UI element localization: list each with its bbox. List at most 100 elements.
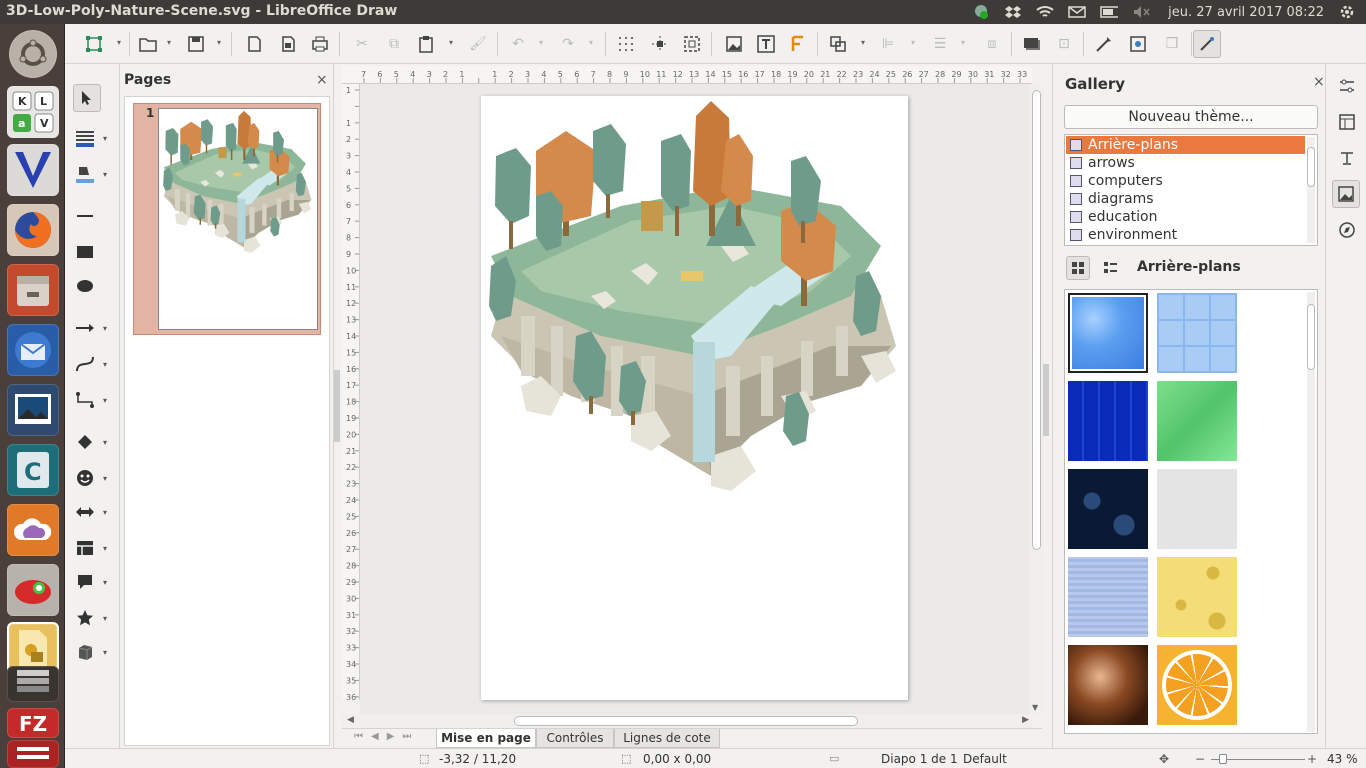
transformations-icon[interactable] (827, 33, 849, 55)
block-arrows-dropdown[interactable]: ▾ (103, 508, 107, 517)
shapes-icon[interactable] (1335, 146, 1359, 170)
save-dropdown[interactable]: ▾ (217, 38, 225, 48)
tab-navigation[interactable]: ⏮◀▶⏭ (354, 731, 419, 742)
drawing-page[interactable] (481, 96, 908, 700)
image-viewer-icon[interactable] (7, 384, 59, 436)
export-pdf-icon[interactable] (277, 33, 299, 55)
gallery-item-dark-blue-mosaic[interactable] (1068, 381, 1148, 461)
curves-dropdown[interactable]: ▾ (103, 360, 107, 369)
panel-splitter[interactable] (334, 64, 342, 748)
filezilla-icon[interactable]: FZ (7, 708, 59, 738)
ubuntu-dash-icon[interactable] (9, 30, 57, 78)
detailed-view-icon[interactable] (1098, 256, 1122, 280)
cloud-app-icon[interactable] (7, 504, 59, 556)
updates-icon[interactable] (972, 5, 990, 19)
theme-list-scrollbar[interactable] (1307, 137, 1315, 243)
icon-view-icon[interactable] (1066, 256, 1090, 280)
gallery-item-blue-water[interactable] (1068, 293, 1148, 373)
points-icon[interactable] (83, 33, 105, 55)
line-color-dropdown[interactable]: ▾ (103, 134, 107, 143)
align-dropdown[interactable]: ▾ (911, 38, 919, 48)
new-theme-button[interactable]: Nouveau thème... (1064, 105, 1318, 129)
zoom-slider-thumb[interactable] (1219, 754, 1227, 764)
draw-functions-icon[interactable] (1193, 30, 1221, 58)
insert-image-icon[interactable] (723, 33, 745, 55)
theme-item-arrows[interactable]: arrows (1066, 154, 1305, 172)
vertical-scrollbar[interactable]: ▲ ▼ (1030, 84, 1044, 714)
wifi-icon[interactable] (1036, 5, 1054, 19)
thunderbird-icon[interactable] (7, 324, 59, 376)
pages-close-button[interactable]: × (316, 72, 328, 88)
redo-icon[interactable]: ↷ (557, 33, 579, 55)
open-dropdown[interactable]: ▾ (167, 38, 175, 48)
stars-dropdown[interactable]: ▾ (103, 614, 107, 623)
transformations-dropdown[interactable]: ▾ (861, 38, 869, 48)
rectangle-tool-icon[interactable] (73, 240, 97, 264)
basic-shapes-icon[interactable] (73, 430, 97, 454)
open-folder-icon[interactable] (137, 33, 159, 55)
export-icon[interactable] (243, 33, 265, 55)
basic-shapes-dropdown[interactable]: ▾ (103, 438, 107, 447)
line-color-icon[interactable] (73, 126, 97, 150)
connectors-dropdown[interactable]: ▾ (103, 396, 107, 405)
theme-item-arriere-plans[interactable]: Arrière-plans (1066, 136, 1305, 154)
vim-icon[interactable] (7, 144, 59, 196)
gallery-item-green-grass[interactable] (1157, 381, 1237, 461)
arrange-dropdown[interactable]: ▾ (961, 38, 969, 48)
tab-lignes-de-cote[interactable]: Lignes de cote (614, 729, 720, 748)
copy-icon[interactable]: ⧉ (383, 33, 405, 55)
redo-dropdown[interactable]: ▾ (589, 38, 597, 48)
points-dropdown[interactable]: ▾ (117, 38, 125, 48)
gallery-item-cheese[interactable] (1157, 557, 1237, 637)
properties-icon[interactable] (1335, 74, 1359, 98)
tab-controles[interactable]: Contrôles (536, 729, 614, 748)
save-icon[interactable] (185, 33, 207, 55)
line-tool-icon[interactable] (73, 204, 97, 228)
undo-icon[interactable]: ↶ (507, 33, 529, 55)
volume-muted-icon[interactable] (1132, 5, 1150, 19)
helplines-icon[interactable] (649, 33, 671, 55)
clone-formatting-icon[interactable]: 🖌 (467, 33, 489, 55)
gallery-item-orange-slice[interactable] (1157, 645, 1237, 725)
flowchart-dropdown[interactable]: ▾ (103, 544, 107, 553)
toggle-extrusion-icon[interactable]: ❒ (1161, 33, 1183, 55)
firefox-icon[interactable] (7, 204, 59, 256)
low-poly-nature-scene-image[interactable] (481, 96, 908, 700)
theme-item-education[interactable]: education (1066, 208, 1305, 226)
undo-dropdown[interactable]: ▾ (539, 38, 547, 48)
stars-icon[interactable] (73, 606, 97, 630)
fontwork-icon[interactable] (787, 33, 809, 55)
arrange-icon[interactable]: ☰ (929, 33, 951, 55)
more-app-icon[interactable] (7, 740, 59, 768)
callouts-dropdown[interactable]: ▾ (103, 578, 107, 587)
ellipse-tool-icon[interactable] (73, 274, 97, 298)
flowchart-icon[interactable] (73, 536, 97, 560)
drawing-canvas[interactable] (360, 84, 1030, 714)
gallery-item-dark-bubbles[interactable] (1068, 469, 1148, 549)
align-icon[interactable]: ⊫ (877, 33, 899, 55)
callouts-icon[interactable] (73, 570, 97, 594)
zoom-page-icon[interactable] (681, 33, 703, 55)
fill-color-icon[interactable] (73, 162, 97, 186)
paste-dropdown[interactable]: ▾ (449, 38, 457, 48)
horizontal-ruler[interactable]: 7 6 5 4 3 2 1 1 2 3 4 5 6 7 8 9 10 11 12 13 14 15 16 17 18 19 20 21… (342, 66, 1032, 84)
battery-icon[interactable] (1100, 5, 1119, 19)
select-arrow-icon[interactable] (73, 84, 101, 112)
red-app-icon[interactable] (7, 564, 59, 616)
crop-icon[interactable]: ⊡ (1053, 33, 1075, 55)
power-gear-icon[interactable] (1338, 5, 1356, 19)
files-icon[interactable] (7, 264, 59, 316)
horizontal-scrollbar[interactable]: ◀ ▶ (342, 714, 1032, 728)
theme-list[interactable]: Arrière-plans arrows computers diagrams … (1064, 134, 1318, 246)
print-icon[interactable] (309, 33, 331, 55)
paste-icon[interactable] (415, 33, 437, 55)
zoom-out-button[interactable]: − (1195, 752, 1205, 766)
vertical-scroll-thumb[interactable] (1032, 90, 1041, 550)
gallery-close-button[interactable]: × (1313, 74, 1325, 90)
lines-arrows-dropdown[interactable]: ▾ (103, 324, 107, 333)
clock[interactable]: jeu. 27 avril 2017 08:22 (1168, 5, 1324, 20)
curve-tool-icon[interactable] (73, 352, 97, 376)
dropbox-icon[interactable] (1004, 5, 1022, 19)
insert-textbox-icon[interactable] (755, 33, 777, 55)
page-thumbnail[interactable] (158, 108, 318, 330)
